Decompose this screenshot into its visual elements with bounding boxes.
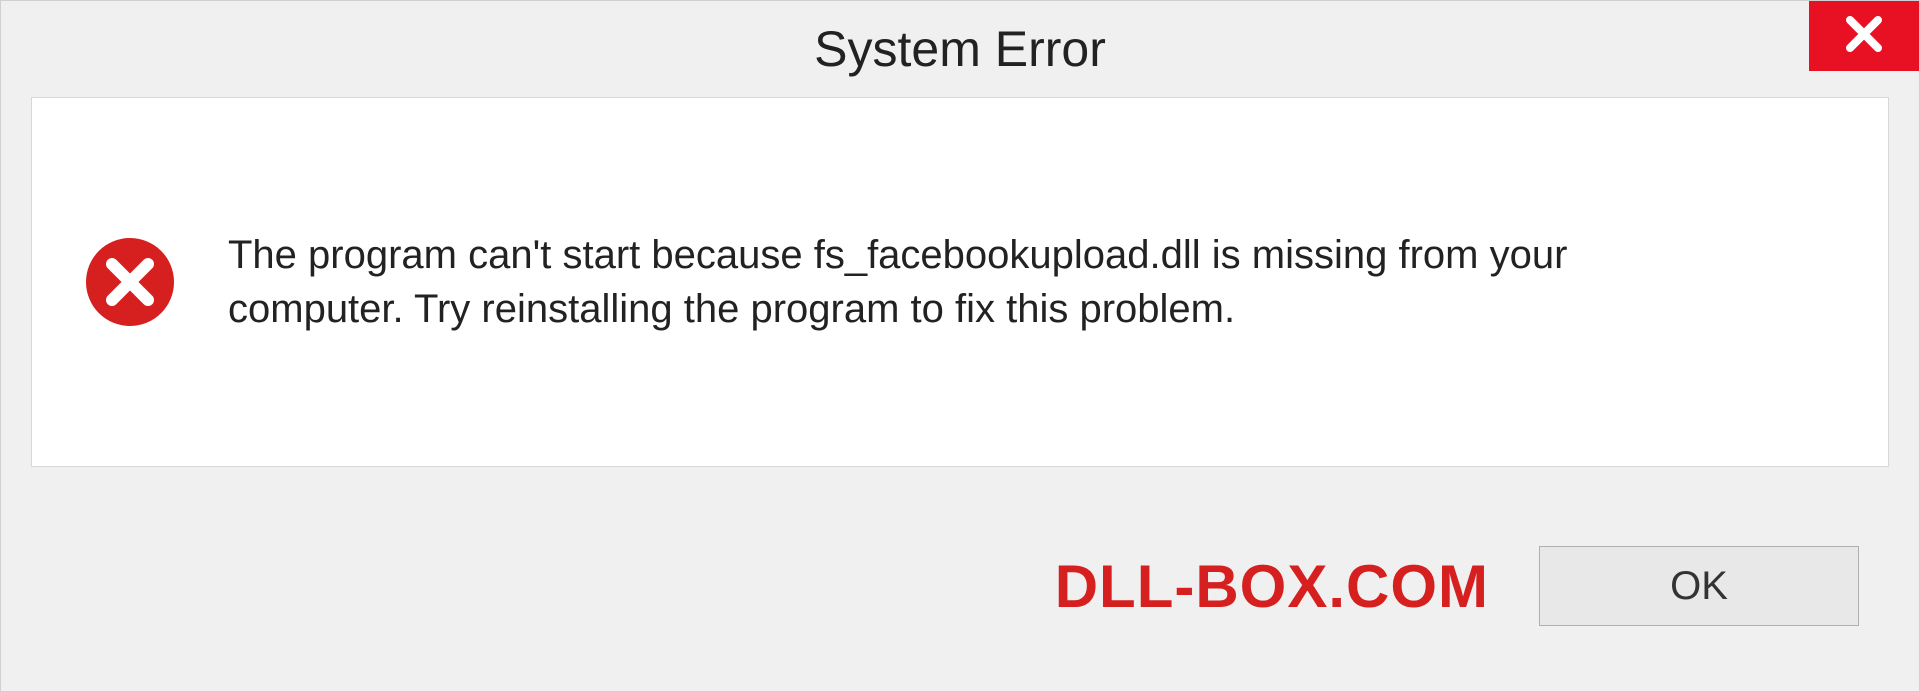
- dialog-footer: DLL-BOX.COM OK: [1, 481, 1919, 691]
- error-dialog: System Error The program can't start bec…: [0, 0, 1920, 692]
- dialog-title: System Error: [814, 20, 1106, 78]
- titlebar: System Error: [1, 1, 1919, 97]
- close-icon: [1840, 10, 1888, 63]
- ok-button[interactable]: OK: [1539, 546, 1859, 626]
- error-message: The program can't start because fs_faceb…: [228, 228, 1728, 336]
- close-button[interactable]: [1809, 1, 1919, 71]
- content-panel: The program can't start because fs_faceb…: [31, 97, 1889, 467]
- watermark-text: DLL-BOX.COM: [1055, 552, 1489, 621]
- error-icon: [82, 234, 178, 330]
